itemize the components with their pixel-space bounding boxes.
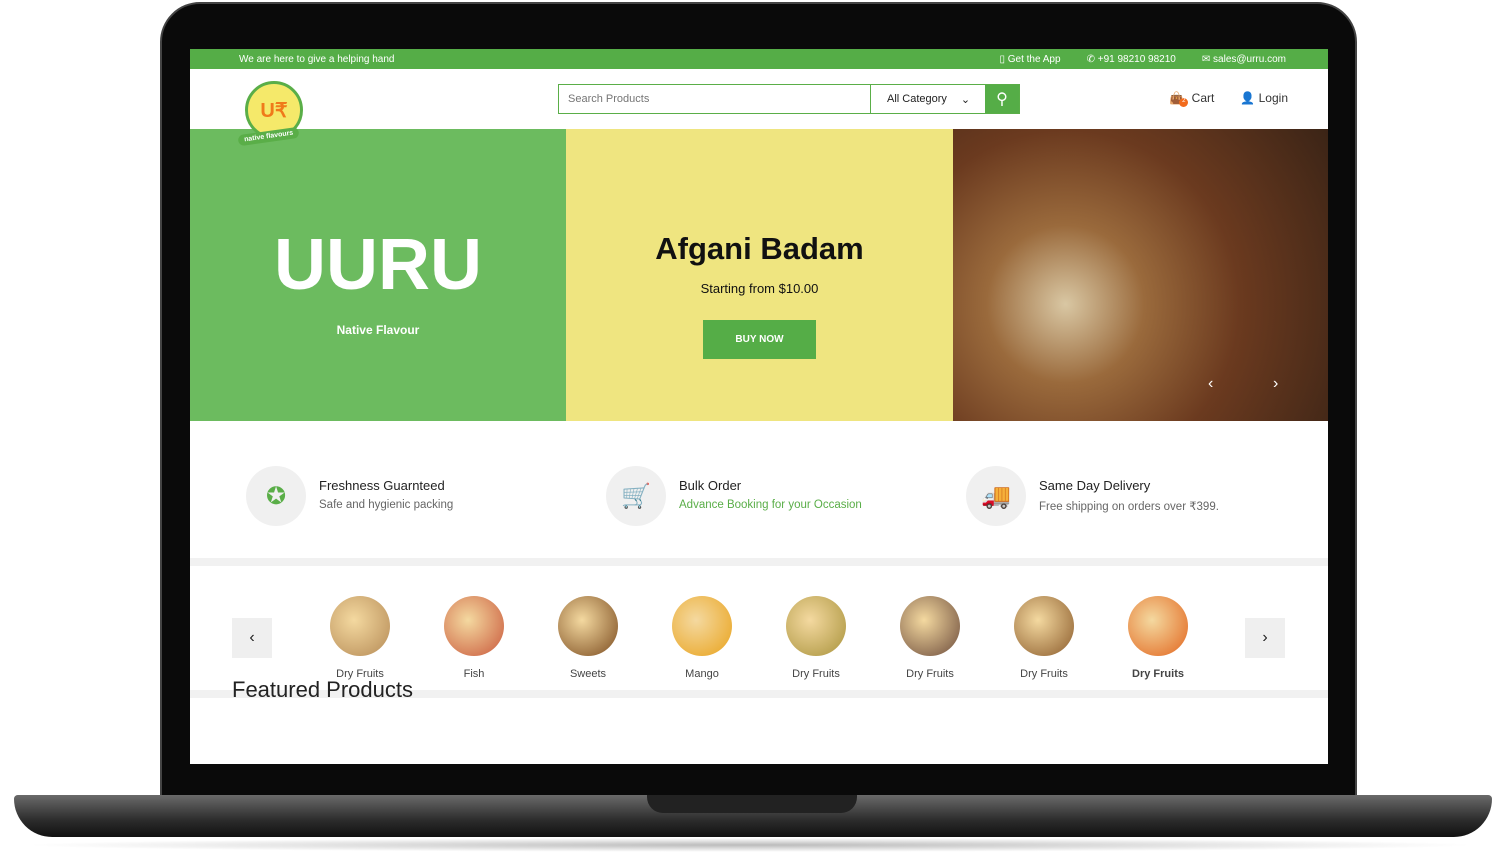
slider-prev-icon[interactable]: ‹: [1208, 375, 1213, 393]
category-item[interactable]: Fish: [434, 596, 514, 680]
chevron-right-icon: ›: [1262, 629, 1268, 646]
category-label: Mango: [685, 668, 719, 680]
featured-products-heading: Featured Products: [232, 677, 413, 702]
category-label: Sweets: [569, 668, 607, 680]
cart-icon: 🛒: [606, 466, 666, 526]
category-item[interactable]: Sweets: [548, 596, 628, 680]
chevron-left-icon: ‹: [249, 629, 255, 646]
category-label: Dry Fruits: [1020, 668, 1068, 680]
logo[interactable]: U₹ native flavours: [237, 81, 303, 147]
top-bar: We are here to give a helping hand ▯ Get…: [190, 49, 1328, 69]
feature-bulk-order: 🛒 Bulk Order Advance Booking for your Occa…: [606, 466, 966, 558]
category-image: [330, 596, 390, 656]
badge-check-icon: ✪: [246, 466, 306, 526]
feature-freshness: ✪ Freshness Guarnteed Safe and hygienic pa…: [246, 466, 606, 558]
category-item[interactable]: Dry Fruits: [320, 596, 400, 680]
category-label: Dry Fruits: [1132, 668, 1184, 680]
category-item[interactable]: Dry Fruits: [1004, 596, 1084, 680]
phone-icon: ✆: [1086, 53, 1098, 65]
laptop-notch: [647, 795, 857, 813]
hero-brand-panel: UURU Native Flavour: [190, 129, 566, 421]
header: U₹native flavours All Category⌄ ⚲ 👜2 Car…: [190, 69, 1328, 147]
hero-subtitle: Starting from $10.00: [700, 281, 819, 296]
get-app-link[interactable]: ▯ Get the App: [999, 54, 1060, 65]
search-button[interactable]: ⚲: [985, 85, 1019, 113]
chevron-down-icon: ⌄: [960, 93, 971, 106]
category-item[interactable]: Dry Fruits: [776, 596, 856, 680]
delivery-truck-icon: 🚚: [966, 466, 1026, 526]
slider-next-icon[interactable]: ›: [1273, 375, 1278, 393]
category-label: Dry Fruits: [906, 668, 954, 680]
carousel-next-button[interactable]: ›: [1245, 618, 1285, 658]
category-image: [1128, 596, 1188, 656]
category-item[interactable]: Dry Fruits: [1118, 596, 1198, 680]
hero-title: Afgani Badam: [655, 231, 864, 266]
hero-promo-panel: Afgani Badam Starting from $10.00 BUY NO…: [566, 129, 953, 421]
mail-icon: ✉: [1201, 53, 1214, 65]
search-input[interactable]: [559, 85, 870, 113]
tagline: We are here to give a helping hand: [239, 53, 395, 65]
category-label: Dry Fruits: [792, 668, 840, 680]
login-button[interactable]: 👤 Login: [1240, 91, 1288, 107]
features-strip: ✪ Freshness Guarnteed Safe and hygienic pa…: [190, 421, 1328, 566]
phone-link[interactable]: ✆ +91 98210 98210: [1087, 54, 1176, 65]
category-image: [672, 596, 732, 656]
email-link[interactable]: ✉ sales@urru.com: [1202, 54, 1286, 65]
category-image: [1014, 596, 1074, 656]
category-label: Fish: [463, 668, 485, 680]
laptop-shadow: [20, 838, 1480, 852]
carousel-prev-button[interactable]: ‹: [232, 618, 272, 658]
search-bar: All Category⌄ ⚲: [558, 84, 1020, 114]
buy-now-button[interactable]: BUY NOW: [703, 320, 816, 359]
search-icon: ⚲: [996, 91, 1008, 108]
feature-delivery: 🚚 Same Day Delivery Free shipping on order…: [966, 466, 1326, 558]
phone-device-icon: ▯: [999, 53, 1008, 65]
category-select[interactable]: All Category ⌄: [870, 85, 985, 113]
category-image: [900, 596, 960, 656]
category-item[interactable]: Dry Fruits: [890, 596, 970, 680]
website-screen: We are here to give a helping hand ▯ Get…: [190, 49, 1328, 764]
category-item[interactable]: Mango: [662, 596, 742, 680]
category-image: [558, 596, 618, 656]
hero-nuts-image: ‹ ›: [953, 129, 1328, 421]
cart-button[interactable]: 👜2 Cart: [1169, 91, 1214, 107]
cart-count-badge: 2: [1179, 98, 1189, 107]
user-icon: 👤: [1240, 91, 1256, 105]
hero-banner: UURU Native Flavour Afgani Badam Startin…: [190, 129, 1328, 421]
category-image: [786, 596, 846, 656]
category-image: [444, 596, 504, 656]
